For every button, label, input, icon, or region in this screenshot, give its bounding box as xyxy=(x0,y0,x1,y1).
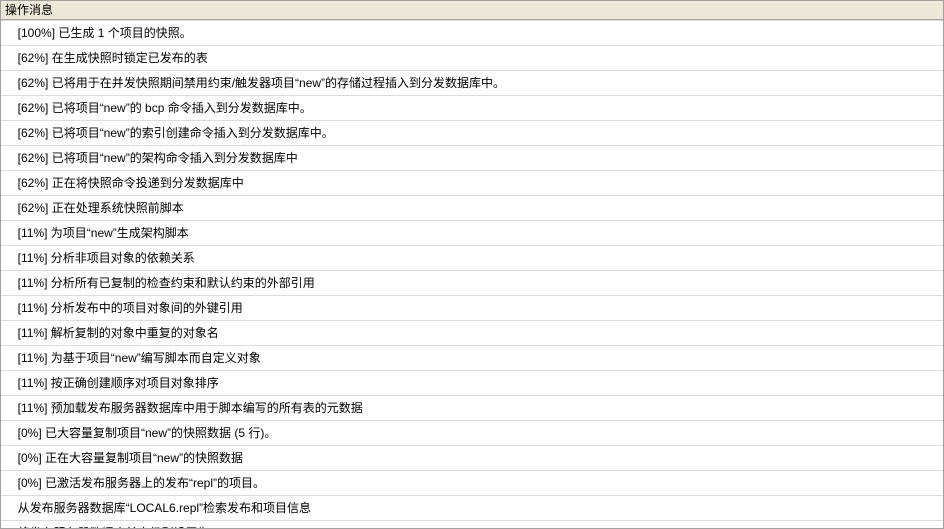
log-row[interactable]: [100%] 已生成 1 个项目的快照。 xyxy=(1,21,943,46)
operation-messages-panel: 操作消息 [100%] 已生成 1 个项目的快照。 [62%] 在生成快照时锁定… xyxy=(0,0,944,529)
log-row[interactable]: [0%] 已激活发布服务器上的发布“repl”的项目。 xyxy=(1,471,943,496)
log-row[interactable]: [11%] 分析所有已复制的检查约束和默认约束的外部引用 xyxy=(1,271,943,296)
log-row[interactable]: [11%] 为基于项目“new”编写脚本而自定义对象 xyxy=(1,346,943,371)
log-row[interactable]: [0%] 正在大容量复制项目“new”的快照数据 xyxy=(1,446,943,471)
log-row[interactable]: [11%] 按正确创建顺序对项目对象排序 xyxy=(1,371,943,396)
log-row[interactable]: [62%] 已将项目“new”的架构命令插入到分发数据库中 xyxy=(1,146,943,171)
log-row[interactable]: [11%] 预加载发布服务器数据库中用于脚本编写的所有表的元数据 xyxy=(1,396,943,421)
log-row[interactable]: [62%] 已将项目“new”的 bcp 命令插入到分发数据库中。 xyxy=(1,96,943,121)
log-row[interactable]: 从发布服务器数据库“LOCAL6.repl”检索发布和项目信息 xyxy=(1,496,943,521)
log-row[interactable]: [11%] 分析发布中的项目对象间的外键引用 xyxy=(1,296,943,321)
log-row[interactable]: [62%] 正在处理系统快照前脚本 xyxy=(1,196,943,221)
panel-title: 操作消息 xyxy=(1,1,943,20)
log-row[interactable]: [62%] 已将用于在并发快照期间禁用约束/触发器项目“new”的存储过程插入到… xyxy=(1,71,943,96)
log-row[interactable]: [11%] 解析复制的对象中重复的对象名 xyxy=(1,321,943,346)
log-row[interactable]: [0%] 已大容量复制项目“new”的快照数据 (5 行)。 xyxy=(1,421,943,446)
log-row[interactable]: [62%] 正在将快照命令投递到分发数据库中 xyxy=(1,171,943,196)
log-row[interactable]: [11%] 分析非项目对象的依赖关系 xyxy=(1,246,943,271)
log-list[interactable]: [100%] 已生成 1 个项目的快照。 [62%] 在生成快照时锁定已发布的表… xyxy=(1,20,943,528)
log-row[interactable]: [11%] 为项目“new”生成架构脚本 xyxy=(1,221,943,246)
log-row[interactable]: [62%] 在生成快照时锁定已发布的表 xyxy=(1,46,943,71)
log-row[interactable]: [62%] 已将项目“new”的索引创建命令插入到分发数据库中。 xyxy=(1,121,943,146)
log-row[interactable]: 将发布服务器数据库兼容级别设置为 100。 xyxy=(1,521,943,528)
